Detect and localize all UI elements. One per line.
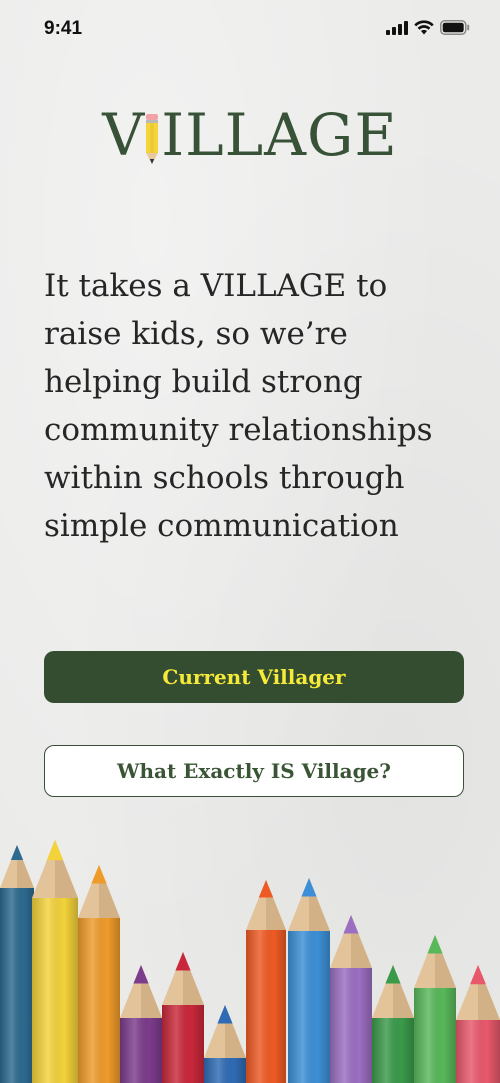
village-logo: V ILLAGE [0,100,500,170]
tagline-line: within schools through [44,460,405,496]
tagline: It takes a VILLAGE to raise kids, so we’… [44,262,464,550]
pencil-4 [120,965,162,1083]
pencil-10 [372,965,414,1083]
pencil-2 [32,840,78,1083]
logo-letter-v: V [102,101,146,169]
colored-pencils-illustration [0,820,500,1083]
battery-icon [440,20,470,35]
logo-text: ILLAGE [161,101,398,169]
tagline-line: raise kids, so we’re [44,316,348,352]
current-villager-button[interactable]: Current Villager [44,651,464,703]
pencil-11 [414,935,456,1083]
pencil-i-icon [145,109,159,179]
pencil-3 [78,865,120,1083]
tagline-line: simple communication [44,508,399,544]
pencil-6 [204,1005,246,1083]
pencil-7 [246,880,286,1083]
launch-screen: 9:41 V ILLAGE It takes a VILLAGE to rais… [0,0,500,1083]
status-bar: 9:41 [0,0,500,60]
tagline-line: community relationships [44,412,433,448]
tagline-line: It takes a VILLAGE to [44,268,388,304]
what-is-village-button[interactable]: What Exactly IS Village? [44,745,464,797]
pencil-5 [162,952,204,1083]
pencil-12 [456,965,500,1083]
status-icons [386,20,470,35]
pencil-9 [330,915,372,1083]
wifi-icon [414,20,434,35]
status-time: 9:41 [44,18,83,39]
cellular-signal-icon [386,20,408,35]
pencil-8 [288,878,330,1083]
tagline-line: helping build strong [44,364,363,400]
pencil-1 [0,845,34,1083]
